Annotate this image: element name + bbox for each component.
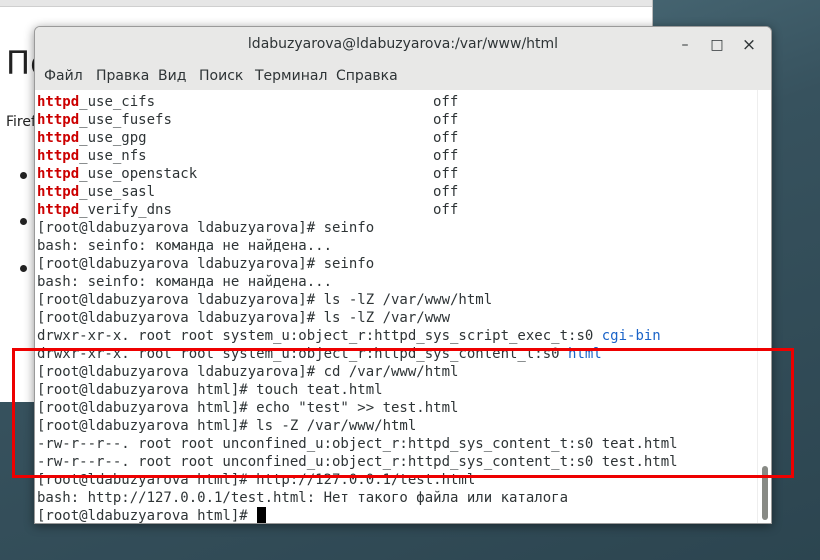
menu-terminal[interactable]: Терминал bbox=[255, 62, 327, 90]
boolean-line: httpd_use_openstack off bbox=[37, 166, 459, 182]
browser-toolbar bbox=[0, 0, 652, 7]
window-title: ldabuzyarova@ldabuzyarova:/var/www/html bbox=[247, 36, 559, 52]
menu-file[interactable]: Файл bbox=[44, 62, 83, 90]
directory-name: cgi-bin bbox=[601, 328, 661, 344]
terminal-line: [root@ldabuzyarova ldabuzyarova]# ls -lZ… bbox=[37, 292, 493, 308]
list-bullet bbox=[20, 218, 27, 225]
boolean-line: httpd_verify_dns off bbox=[37, 202, 459, 218]
menu-edit[interactable]: Правка bbox=[96, 62, 149, 90]
annotation-highlight-box bbox=[12, 348, 794, 478]
list-bullet bbox=[20, 172, 27, 179]
terminal-line: [root@ldabuzyarova ldabuzyarova]# seinfo bbox=[37, 256, 375, 272]
menu-search[interactable]: Поиск bbox=[199, 62, 243, 90]
terminal-line: bash: http://127.0.0.1/test.html: Нет та… bbox=[37, 490, 569, 506]
boolean-line: httpd_use_fusefs off bbox=[37, 112, 459, 128]
text-cursor bbox=[257, 507, 267, 523]
terminal-line: [root@ldabuzyarova ldabuzyarova]# seinfo bbox=[37, 220, 375, 236]
shell-prompt: [root@ldabuzyarova html]# bbox=[37, 508, 257, 523]
boolean-line: httpd_use_cifs off bbox=[37, 94, 459, 110]
boolean-line: httpd_use_gpg off bbox=[37, 130, 459, 146]
boolean-line: httpd_use_sasl off bbox=[37, 184, 459, 200]
list-bullet bbox=[20, 265, 27, 272]
browser-page-text: Firef bbox=[6, 114, 36, 130]
close-button[interactable]: × bbox=[739, 35, 759, 55]
minimize-button[interactable]: – bbox=[675, 35, 695, 55]
terminal-line: [root@ldabuzyarova ldabuzyarova]# ls -lZ… bbox=[37, 310, 451, 326]
listing-line: drwxr-xr-x. root root system_u:object_r:… bbox=[37, 328, 661, 344]
menu-view[interactable]: Вид bbox=[158, 62, 186, 90]
menu-help[interactable]: Справка bbox=[336, 62, 398, 90]
menu-bar: Файл Правка Вид Поиск Терминал Справка bbox=[35, 62, 771, 90]
title-bar[interactable]: ldabuzyarova@ldabuzyarova:/var/www/html … bbox=[35, 27, 771, 63]
terminal-line: bash: seinfo: команда не найдена... bbox=[37, 238, 333, 254]
boolean-line: httpd_use_nfs off bbox=[37, 148, 459, 164]
terminal-line: bash: seinfo: команда не найдена... bbox=[37, 274, 333, 290]
prompt-line[interactable]: [root@ldabuzyarova html]# bbox=[37, 507, 267, 523]
maximize-button[interactable]: □ bbox=[707, 35, 727, 55]
